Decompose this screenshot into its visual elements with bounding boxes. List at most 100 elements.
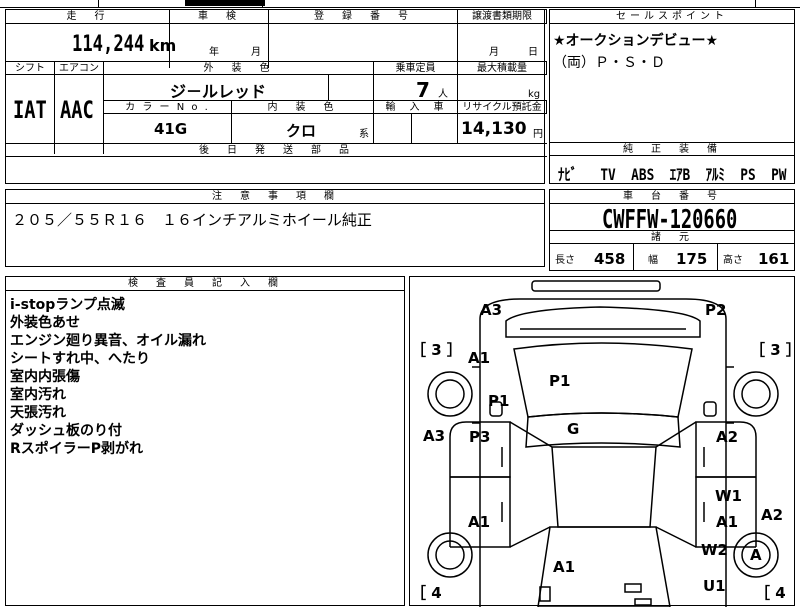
inspector-header: 検 査 員 記 入 欄	[5, 276, 405, 291]
rear-light-shape	[624, 583, 642, 593]
inspector-note-7: 天張汚れ	[10, 405, 66, 421]
inspection-header: 車 検	[169, 9, 269, 24]
hood-shape	[505, 306, 701, 338]
exterior-color-value: ジ－ルレッド	[170, 82, 267, 101]
mileage-unit: km	[149, 36, 177, 55]
cabin-shape	[551, 446, 657, 528]
front-bumper-shape	[531, 280, 661, 292]
sales-point-box: セールスポイント ★オークションデビュー★ （両）Ｐ・Ｓ・Ｄ	[549, 9, 795, 143]
registration-header: 登 録 番 号	[268, 9, 458, 24]
length-value: 458	[594, 250, 626, 268]
sales-point-header: セールスポイント	[549, 9, 795, 24]
capacity-unit: 人	[438, 89, 448, 100]
capacity-header: 乗車定員	[373, 61, 458, 75]
recycle-value: 14,130	[461, 119, 527, 139]
interior-color-header: 内 装 色	[231, 100, 374, 114]
front-left-wheel-shape	[427, 371, 473, 417]
equip-abs: ABS	[631, 165, 655, 184]
chassis-header: 車 台 番 号	[549, 189, 795, 204]
equip-navi: ﾅﾋﾞ	[558, 165, 578, 184]
sales-point-line2: （両）Ｐ・Ｓ・Ｄ	[553, 55, 665, 71]
left-rear-pillar-shape	[509, 526, 551, 548]
label-w2: W2	[701, 541, 728, 559]
label-p1-roof: P1	[549, 372, 571, 390]
label-p1-left: P1	[488, 392, 510, 410]
color-no-header: カ ラ ー N o .	[103, 100, 232, 114]
transfer-month: 月	[489, 47, 499, 58]
dims-header: 諸 元	[549, 230, 795, 244]
front-left-wheel-inner-shape	[435, 379, 465, 409]
label-w1: W1	[715, 487, 742, 505]
chassis-box: 車 台 番 号 CWFFW-120660 諸 元 長さ 458 幅 175 高さ…	[549, 189, 795, 271]
inspector-box: 検 査 員 記 入 欄 i-stopランプ点滅 外装色あせ エンジン廻り異音、オ…	[5, 276, 405, 606]
right-mirror-shape	[703, 401, 717, 417]
height-value: 161	[758, 250, 790, 268]
label-a2-far-right: A2	[761, 506, 784, 524]
ac-header: エアコン	[54, 61, 104, 75]
body-outline-shape	[479, 298, 727, 607]
windshield-shape	[513, 342, 693, 418]
label-a2-right: A2	[716, 428, 739, 446]
label-a-wheel: A	[750, 546, 762, 564]
inspector-note-3: エンジン廻り異音、オイル漏れ	[10, 333, 206, 349]
right-pillar-shape	[655, 421, 697, 448]
right-rear-pillar-shape	[655, 526, 697, 548]
label-a1-left-fender: A1	[468, 349, 491, 367]
later-parts-header: 後 日 発 送 部 品	[5, 143, 547, 157]
ac-value: AAC	[60, 96, 94, 124]
bracket-top-right: ［ 3 ］	[750, 341, 800, 359]
width-value: 175	[676, 250, 708, 268]
transfer-header: 譲渡書類期限	[457, 9, 547, 24]
interior-color-value: クロ	[286, 122, 317, 140]
mileage-value: 114,244	[72, 32, 145, 57]
sales-point-line1: ★オークションデビュー★	[553, 33, 719, 49]
equip-tv: TV	[600, 165, 616, 184]
equip-pw: PW	[771, 165, 787, 184]
label-p2-front: P2	[705, 301, 727, 319]
front-right-wheel-shape	[733, 371, 779, 417]
inspection-year: 年	[209, 47, 219, 58]
equip-ps: PS	[740, 165, 756, 184]
label-a1-rear: A1	[553, 558, 576, 576]
bracket-top-left: ［ 3 ］	[411, 341, 462, 359]
equip-alloy: ｱﾙﾐ	[705, 165, 725, 184]
shift-value: IAT	[13, 96, 47, 124]
exterior-color-header: 外 装 色	[103, 61, 374, 75]
label-g: G	[567, 420, 580, 438]
interior-suffix: 系	[359, 129, 369, 140]
label-a1-left-door: A1	[468, 513, 491, 531]
equip-airbag: ｴｱB	[669, 165, 691, 184]
transfer-day: 日	[528, 47, 538, 58]
car-outline-diagram	[427, 280, 779, 607]
bracket-bottom-left: ［ 4	[411, 584, 442, 602]
inspector-note-9: RスポイラーP剥がれ	[10, 441, 144, 457]
width-label: 幅	[648, 255, 658, 266]
roof-shape	[525, 412, 681, 448]
label-a1-right-door: A1	[716, 513, 739, 531]
label-a3-left: A3	[423, 427, 446, 445]
rear-light-shape	[539, 586, 551, 602]
bracket-bottom-right: ［ 4	[755, 584, 786, 602]
label-u1: U1	[703, 577, 726, 595]
height-label: 高さ	[723, 255, 743, 266]
label-p3: P3	[469, 428, 491, 446]
capacity-value: 7	[416, 78, 430, 102]
inspector-note-5: 室内内張傷	[10, 369, 80, 385]
maxload-header: 最大積載量	[457, 61, 547, 75]
equipment-box: 純 正 装 備 ﾅﾋﾞ TV ABS ｴｱB ｱﾙﾐ PS PW	[549, 142, 795, 184]
inspector-note-1: i-stopランプ点滅	[10, 297, 125, 313]
notes-header: 注 意 事 項 欄	[5, 189, 545, 204]
color-no-value: 41G	[154, 120, 188, 138]
inspector-note-8: ダッシュ板のり付	[10, 423, 122, 439]
equipment-header: 純 正 装 備	[549, 142, 795, 156]
inspector-note-6: 室内汚れ	[10, 387, 66, 403]
top-cutoff-strip	[0, 0, 800, 8]
vehicle-info-form: 走 行 車 検 登 録 番 号 譲渡書類期限 114,244 km 年 月 月 …	[5, 9, 547, 184]
notes-box: 注 意 事 項 欄 ２０５／５５Ｒ１６ １６インチアルミホイール純正	[5, 189, 545, 267]
inspector-note-4: シートすれ中、へたり	[10, 351, 150, 367]
recycle-unit: 円	[533, 129, 543, 140]
mileage-header: 走 行	[5, 9, 170, 24]
arch-lines-shape	[472, 366, 734, 424]
length-label: 長さ	[555, 255, 575, 266]
maxload-unit: kg	[528, 89, 541, 100]
